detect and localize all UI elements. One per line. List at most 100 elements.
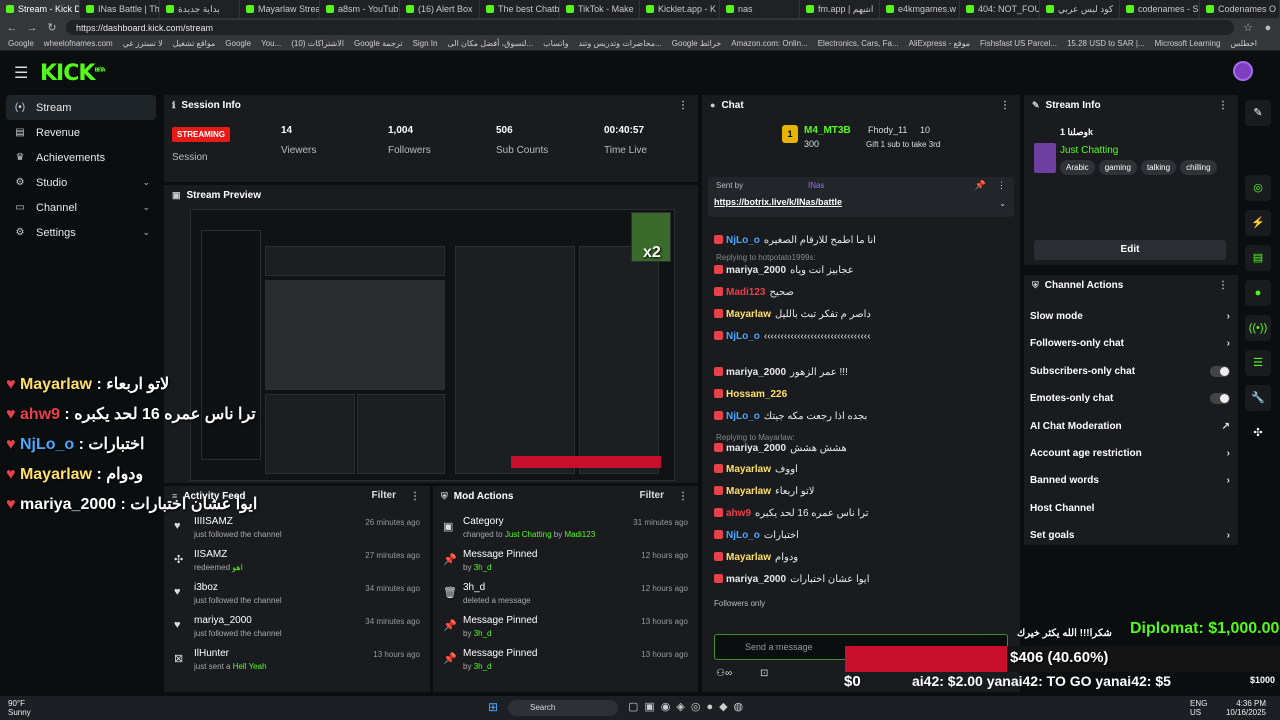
user-avatar[interactable] bbox=[1233, 61, 1253, 81]
channel-action-slow-mode[interactable]: Slow mode › bbox=[1030, 311, 1230, 331]
channel-action-ai-chat-moderation[interactable]: AI Chat Moderation ↗ bbox=[1030, 421, 1230, 441]
toggle-switch[interactable] bbox=[1210, 365, 1230, 377]
chevron-right-icon[interactable]: › bbox=[1227, 448, 1230, 459]
browser-tab[interactable]: (16) Alert Box bbox=[400, 0, 480, 18]
system-clock[interactable]: 4:36 PM 10/16/2025 bbox=[1226, 699, 1266, 717]
activity-username[interactable]: i3boz bbox=[194, 582, 218, 593]
list-icon[interactable]: ☰ bbox=[1245, 350, 1271, 376]
kebab-menu-icon[interactable]: ⋮ bbox=[1000, 100, 1010, 111]
browser-tab[interactable]: TikTok - Make bbox=[560, 0, 640, 18]
chat-username[interactable]: Mayarlaw bbox=[726, 552, 771, 563]
bookmark-item[interactable]: wheelofnames.com bbox=[44, 39, 113, 48]
edit-button[interactable]: Edit bbox=[1034, 240, 1226, 260]
chat-bubble-icon[interactable]: ● bbox=[1245, 280, 1271, 306]
channel-action-set-goals[interactable]: Set goals › bbox=[1030, 530, 1230, 550]
sidebar-item-studio[interactable]: ⚙ Studio ⌄ bbox=[0, 170, 162, 195]
chat-username[interactable]: Mayarlaw bbox=[726, 486, 771, 497]
kick-logo[interactable]: KICKBETA bbox=[40, 61, 106, 86]
chat-username[interactable]: Madi123 bbox=[726, 287, 765, 298]
stream-preview-video[interactable]: x2 bbox=[190, 209, 675, 481]
external-link-icon[interactable]: ↗ bbox=[1222, 421, 1230, 432]
channel-action-host-channel[interactable]: Host Channel bbox=[1030, 503, 1230, 523]
sidebar-item-revenue[interactable]: ▤ Revenue bbox=[0, 120, 162, 145]
mod-action-actor[interactable]: Madi123 bbox=[564, 530, 595, 539]
sidebar-item-settings[interactable]: ⚙ Settings ⌄ bbox=[0, 220, 162, 245]
emote-icon[interactable]: ⚇∞ bbox=[716, 668, 732, 679]
pinned-link[interactable]: https://botrix.live/k/INas/battle bbox=[714, 197, 842, 207]
kebab-menu-icon[interactable]: ⋮ bbox=[678, 100, 688, 111]
browser-tab[interactable]: Codenames O bbox=[1200, 0, 1280, 18]
top-gifter-name[interactable]: M4_MT3B bbox=[804, 125, 851, 136]
chat-username[interactable]: ahw9 bbox=[726, 508, 751, 519]
browser-tab[interactable]: e4kmgames.w bbox=[880, 0, 960, 18]
mod-action-target[interactable]: 3h_d bbox=[474, 563, 492, 572]
activity-username[interactable]: IlHunter bbox=[194, 648, 229, 659]
language-indicator[interactable]: ENG US bbox=[1190, 699, 1207, 717]
chevron-down-icon[interactable]: ⌄ bbox=[999, 199, 1006, 208]
bookmark-item[interactable]: Fishsfast US Parcel... bbox=[980, 39, 1057, 48]
browser-tab[interactable]: Stream - Kick D bbox=[0, 0, 80, 18]
tag-chip[interactable]: chilling bbox=[1180, 160, 1217, 175]
bookmark-item[interactable]: Sign In bbox=[413, 39, 438, 48]
kebab-menu-icon[interactable]: ⋮ bbox=[997, 180, 1006, 191]
chevron-down-icon[interactable]: ⌄ bbox=[142, 202, 150, 213]
chat-username[interactable]: Mayarlaw bbox=[726, 464, 771, 475]
bookmark-item[interactable]: 15.28 USD to SAR |... bbox=[1067, 39, 1145, 48]
browser-tab[interactable]: codenames - S bbox=[1120, 0, 1200, 18]
filter-button[interactable]: Filter bbox=[640, 490, 664, 501]
browser-tab[interactable]: Mayarlaw Strea bbox=[240, 0, 320, 18]
channel-action-account-age-restriction[interactable]: Account age restriction › bbox=[1030, 448, 1230, 468]
weather-widget[interactable]: 90°F Sunny bbox=[8, 699, 31, 717]
browser-tab[interactable]: nas bbox=[720, 0, 800, 18]
profile-icon[interactable]: ● bbox=[1262, 22, 1274, 34]
browser-tab[interactable]: fm.app | انتيهم bbox=[800, 0, 880, 18]
activity-username[interactable]: IIIISAMZ bbox=[194, 516, 233, 527]
tag-chip[interactable]: gaming bbox=[1098, 160, 1137, 175]
bookmark-item[interactable]: لا تسترز غي bbox=[123, 39, 163, 48]
lightning-icon[interactable]: ⚡ bbox=[1245, 210, 1271, 236]
activity-username[interactable]: mariya_2000 bbox=[194, 615, 252, 626]
bookmark-item[interactable]: اخطلس bbox=[1230, 39, 1257, 48]
mod-action-target[interactable]: 3h_d bbox=[474, 629, 492, 638]
chat-username[interactable]: NjLo_o bbox=[726, 411, 760, 422]
browser-tab[interactable]: بداية جديدة bbox=[160, 0, 240, 18]
bookmark-item[interactable]: You... bbox=[261, 39, 281, 48]
bookmark-item[interactable]: Microsoft Learning bbox=[1155, 39, 1221, 48]
camera-icon[interactable]: ◎ bbox=[1245, 175, 1271, 201]
chat-username[interactable]: mariya_2000 bbox=[726, 574, 786, 585]
browser-tab[interactable]: The best Chatb bbox=[480, 0, 560, 18]
browser-tab[interactable]: Kicklet.app - K bbox=[640, 0, 720, 18]
kebab-menu-icon[interactable]: ⋮ bbox=[1218, 100, 1228, 111]
bookmark-item[interactable]: Google bbox=[8, 39, 34, 48]
mod-action-target[interactable]: 3h_d bbox=[474, 662, 492, 671]
channel-action-emotes-only-chat[interactable]: Emotes-only chat bbox=[1030, 393, 1230, 413]
bookmark-item[interactable]: مواقع تشغيل bbox=[173, 39, 216, 48]
pinned-user[interactable]: INas bbox=[808, 181, 824, 190]
chevron-right-icon[interactable]: › bbox=[1227, 475, 1230, 486]
document-icon[interactable]: ▤ bbox=[1245, 245, 1271, 271]
bookmark-item[interactable]: Amazon.com: Onlin... bbox=[731, 39, 807, 48]
chevron-right-icon[interactable]: › bbox=[1227, 311, 1230, 322]
bookmark-item[interactable]: Google ترجمة bbox=[354, 39, 403, 48]
browser-tab[interactable]: a8sm - YouTub bbox=[320, 0, 400, 18]
chevron-down-icon[interactable]: ⌄ bbox=[142, 177, 150, 188]
back-icon[interactable]: ← bbox=[6, 22, 18, 34]
gift-sub-prompt[interactable]: Gift 1 sub to take 3rd bbox=[866, 140, 940, 149]
chat-username[interactable]: mariya_2000 bbox=[726, 265, 786, 276]
chat-username[interactable]: mariya_2000 bbox=[726, 367, 786, 378]
second-gifter-name[interactable]: Fhody_11 bbox=[868, 125, 907, 135]
stream-category[interactable]: Just Chatting bbox=[1060, 145, 1118, 156]
browser-tab[interactable]: INas Battle | Th bbox=[80, 0, 160, 18]
settings-icon[interactable]: ✣ bbox=[1245, 420, 1271, 446]
taskbar-search[interactable]: Search bbox=[508, 700, 618, 716]
chat-username[interactable]: mariya_2000 bbox=[726, 443, 786, 454]
chevron-right-icon[interactable]: › bbox=[1227, 530, 1230, 541]
bookmark-item[interactable]: Google خرائط bbox=[672, 39, 721, 48]
pin-icon[interactable]: 📌 bbox=[975, 180, 986, 191]
forward-icon[interactable]: → bbox=[26, 22, 38, 34]
star-icon[interactable]: ☆ bbox=[1242, 21, 1254, 34]
chevron-right-icon[interactable]: › bbox=[1227, 338, 1230, 349]
taskbar-apps[interactable]: ▢▣◉◈◎●◆◍ bbox=[628, 700, 749, 713]
chat-username[interactable]: Mayarlaw bbox=[726, 309, 771, 320]
chat-username[interactable]: Hossam_226 bbox=[726, 389, 787, 400]
